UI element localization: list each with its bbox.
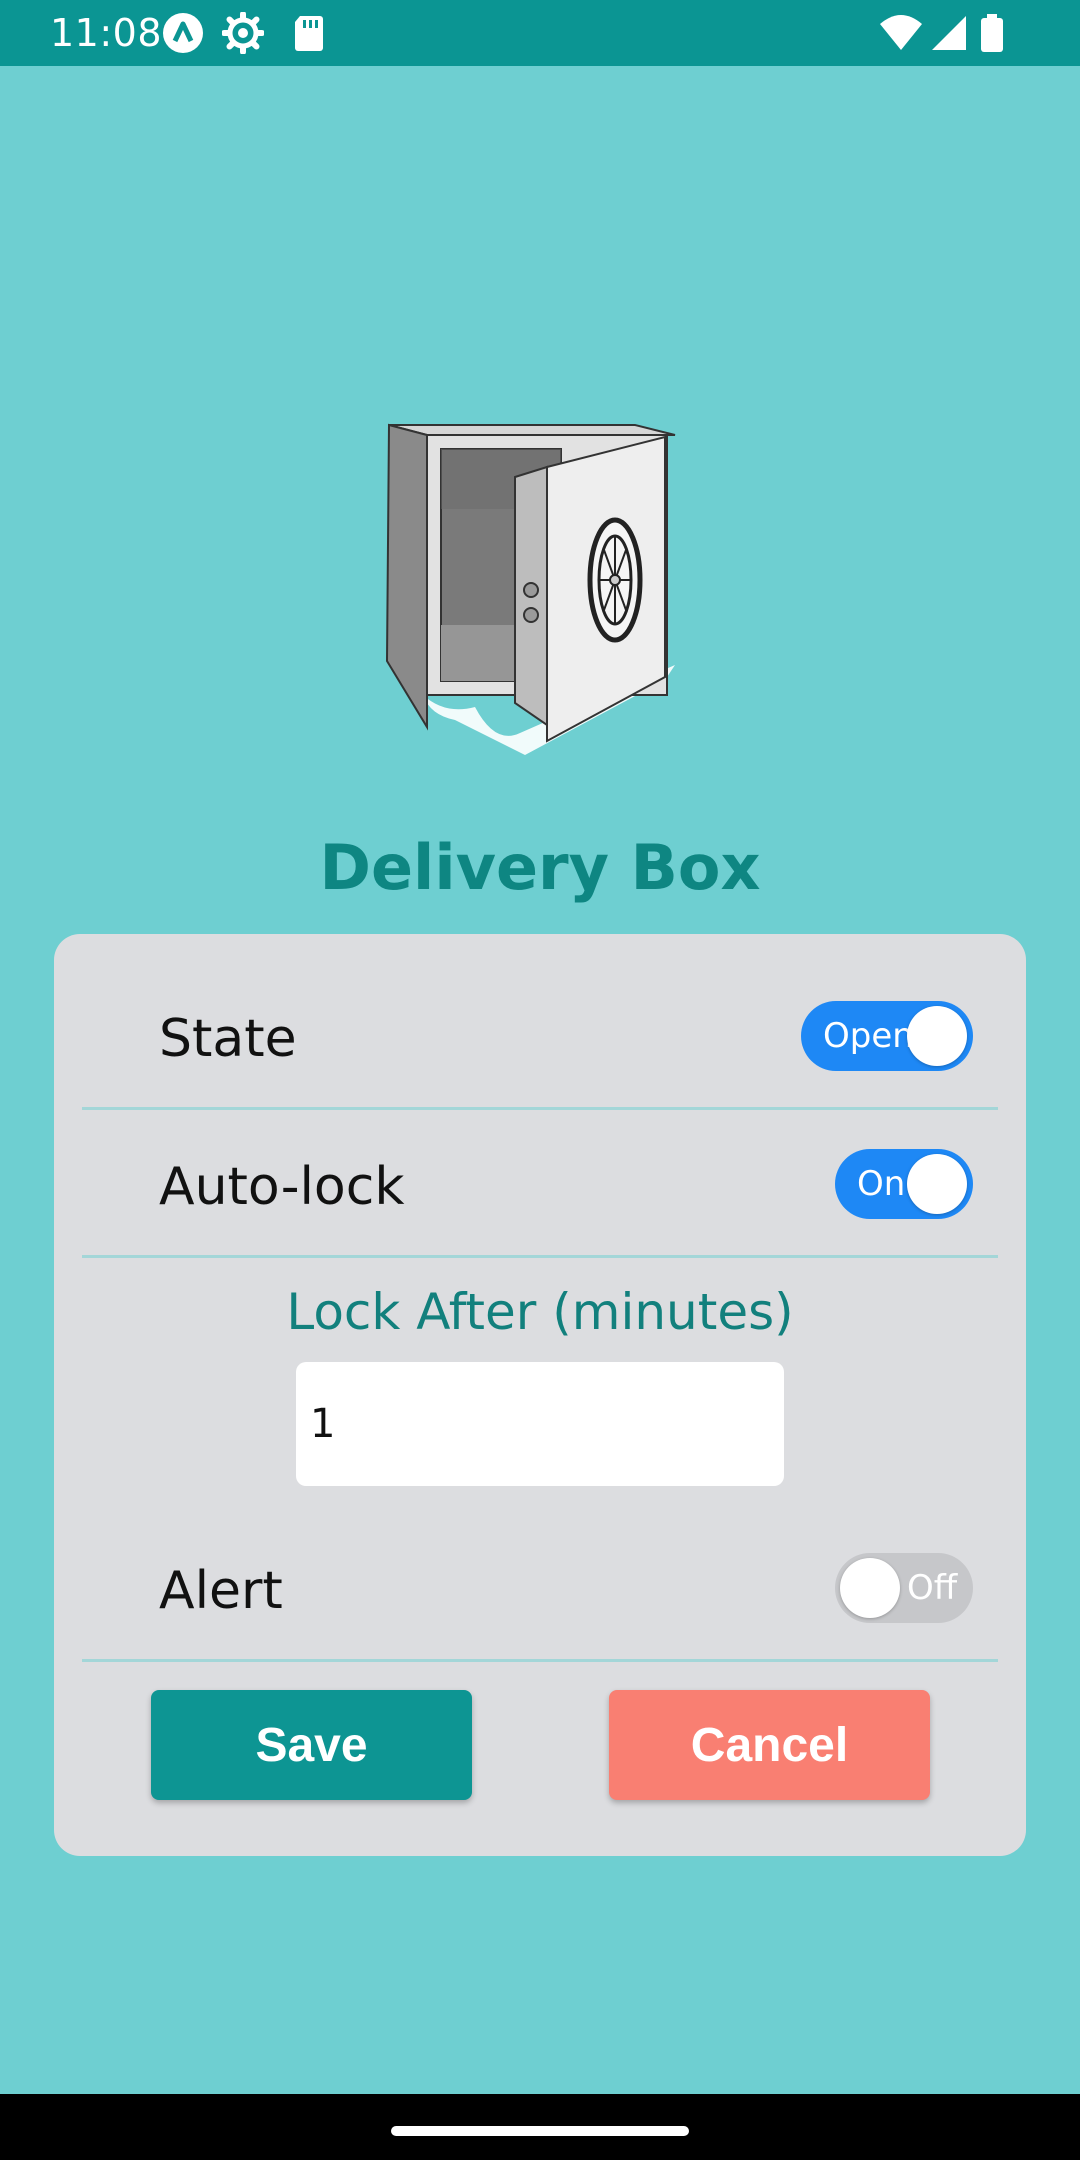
alert-toggle-text: Off [907, 1568, 958, 1608]
home-gesture-handle[interactable] [391, 2126, 689, 2136]
alert-label: Alert [159, 1561, 283, 1621]
lock-after-label: Lock After (minutes) [286, 1283, 794, 1341]
auto-lock-toggle[interactable]: On [835, 1149, 973, 1219]
app-title: Delivery Box [319, 831, 761, 904]
lock-after-input[interactable] [296, 1362, 784, 1486]
divider [82, 1107, 998, 1110]
state-label: State [159, 1009, 297, 1069]
divider [82, 1255, 998, 1258]
toggle-knob [840, 1558, 900, 1618]
wifi-icon [880, 15, 922, 50]
battery-icon [981, 14, 1003, 52]
cancel-button[interactable]: Cancel [609, 1690, 930, 1800]
app-notification-icon [163, 13, 203, 53]
open-safe-icon [385, 423, 676, 755]
save-button[interactable]: Save [151, 1690, 472, 1800]
divider [82, 1659, 998, 1662]
auto-lock-label: Auto-lock [159, 1157, 405, 1217]
signal-icon [932, 16, 966, 50]
auto-lock-toggle-text: On [857, 1164, 906, 1204]
state-toggle-text: Open [823, 1016, 914, 1056]
alert-toggle[interactable]: Off [835, 1553, 973, 1623]
settings-gear-icon [222, 12, 264, 54]
state-toggle[interactable]: Open [801, 1001, 973, 1071]
status-bar: 11:08 [0, 0, 1080, 66]
status-time: 11:08 [50, 11, 163, 55]
toggle-knob [907, 1154, 967, 1214]
sd-card-icon [295, 16, 323, 51]
app-screen: 11:08 Delivery Box State Open Auto-lock … [0, 0, 1080, 2160]
toggle-knob [907, 1006, 967, 1066]
